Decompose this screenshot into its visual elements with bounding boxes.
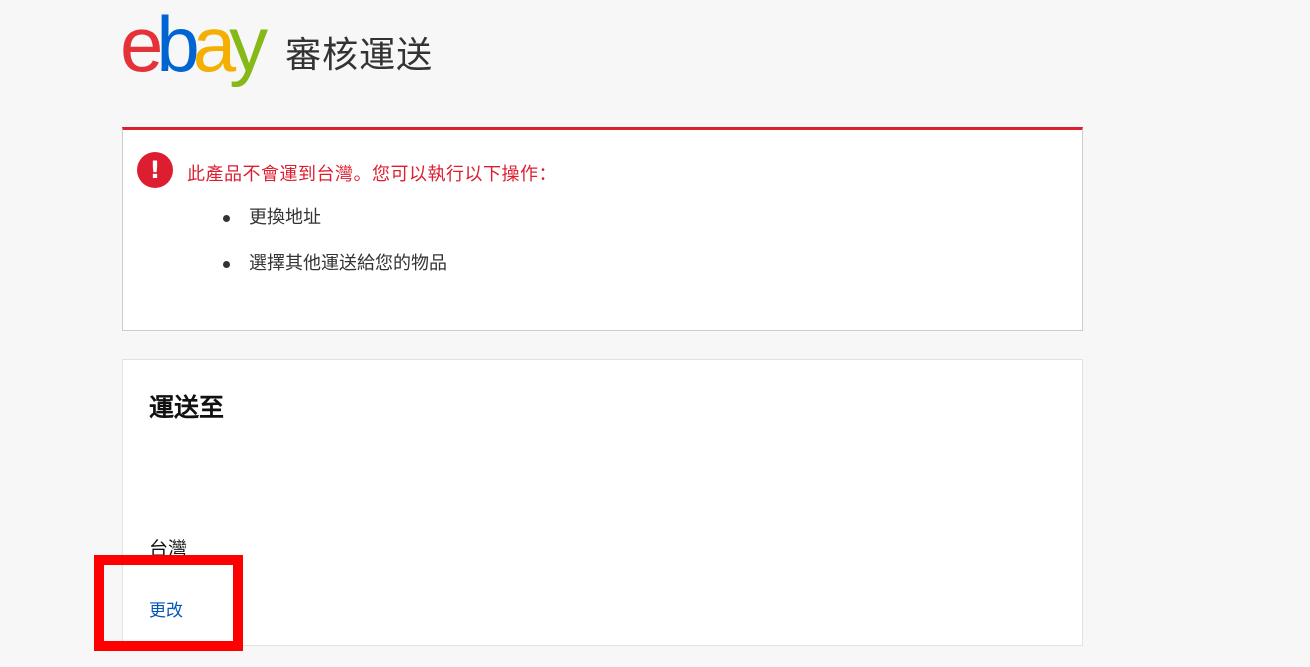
logo-letter-y: y [229,0,268,88]
exclamation-circle-icon: ! [137,152,173,188]
logo-letter-b: b [156,0,199,88]
change-address-link[interactable]: 更改 [149,596,183,621]
alert-option-item: 更換地址 [223,208,447,254]
alert-option-item: 選擇其他運送給您的物品 [223,254,447,300]
shipping-error-alert: ! 此產品不會運到台灣。您可以執行以下操作： 更換地址 選擇其他運送給您的物品 [122,127,1083,331]
bullet-icon [223,215,230,222]
page-header: e b a y 審核運送 [120,5,434,90]
ebay-logo[interactable]: e b a y [120,0,268,88]
bullet-icon [223,261,230,268]
alert-option-label: 更換地址 [249,207,321,228]
alert-message: 此產品不會運到台灣。您可以執行以下操作： [187,164,557,185]
page-title: 審核運送 [285,35,434,76]
ship-to-heading: 運送至 [149,393,225,422]
alert-options-list: 更換地址 選擇其他運送給您的物品 [223,208,447,300]
logo-letter-e: e [120,0,163,88]
logo-letter-a: a [192,0,236,88]
ship-to-card: 運送至 台灣 更改 [122,359,1083,646]
alert-option-label: 選擇其他運送給您的物品 [249,253,447,274]
ship-to-country: 台灣 [149,538,188,560]
